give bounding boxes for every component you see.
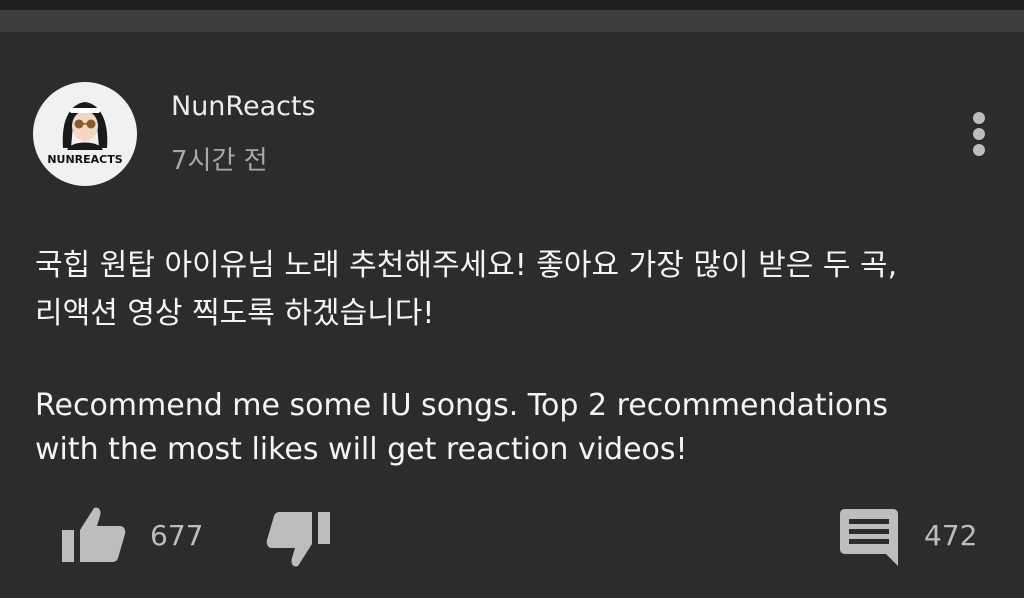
comment-text-korean-line-1: 국힙 원탑 아이유님 노래 추천해주세요! 좋아요 가장 많이 받은 두 곡, (35, 248, 898, 283)
more-vertical-icon-dot (973, 144, 985, 156)
reply-count: 472 (924, 519, 978, 552)
comment-text-korean-line-2: 리액션 영상 찍도록 하겠습니다! (35, 296, 435, 331)
comment-author[interactable]: NunReacts (171, 90, 316, 124)
comment-timestamp: 7시간 전 (171, 146, 268, 176)
more-vertical-icon-dot (973, 128, 985, 140)
comment-text-english-line-1: Recommend me some IU songs. Top 2 recomm… (35, 388, 889, 423)
comment-icon (840, 509, 898, 566)
like-count: 677 (150, 519, 204, 552)
avatar[interactable]: NUNREACTS (33, 82, 137, 186)
avatar-logo-text: NUNREACTS (47, 153, 123, 166)
dislike-button[interactable] (264, 508, 334, 570)
reply-button[interactable] (838, 508, 900, 568)
more-vertical-icon (973, 112, 985, 124)
like-button[interactable] (58, 504, 128, 566)
top-bar (0, 0, 1024, 10)
section-divider (0, 10, 1024, 32)
more-options-button[interactable] (962, 108, 996, 160)
thumbs-down-icon (266, 512, 330, 567)
thumbs-up-icon (62, 507, 126, 562)
avatar-illustration (62, 102, 108, 150)
comment-text-english-line-2: with the most likes will get reaction vi… (35, 432, 688, 467)
